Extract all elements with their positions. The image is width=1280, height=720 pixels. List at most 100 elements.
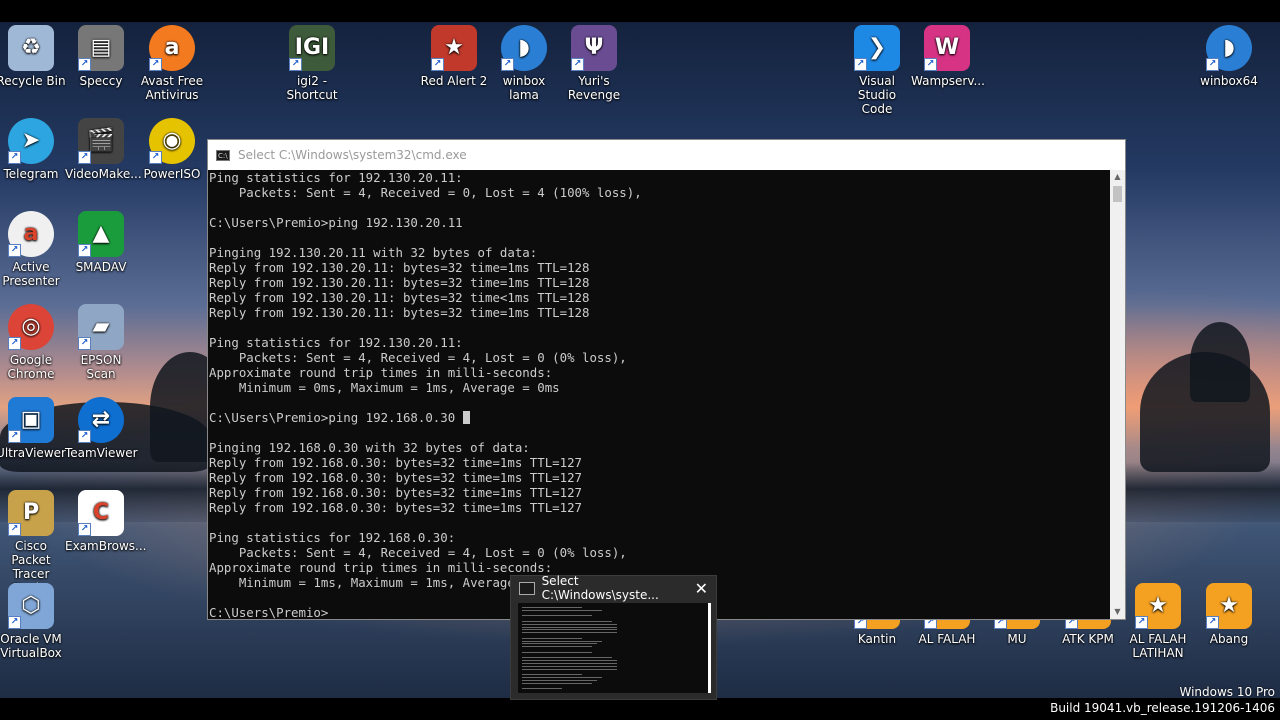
desktop-icon[interactable]: a ↗ Active Presenter bbox=[0, 211, 67, 288]
desktop-icon[interactable]: ◎ ↗ Google Chrome bbox=[0, 304, 67, 381]
desktop-icon-label: EPSON Scan bbox=[80, 353, 122, 381]
desktop-icon[interactable]: ▣ ↗ UltraViewer bbox=[0, 397, 67, 460]
console-scrollbar[interactable]: ▲ ▼ bbox=[1110, 170, 1125, 619]
watermark-edition: Windows 10 Pro bbox=[1179, 685, 1275, 699]
chrome-icon: ◎ ↗ bbox=[8, 304, 54, 350]
shortcut-arrow-icon: ↗ bbox=[8, 337, 21, 350]
desktop-icon[interactable]: ➤ ↗ Telegram bbox=[0, 118, 67, 181]
exambrowser-icon: C ↗ bbox=[78, 490, 124, 536]
thumbnail-text-line bbox=[522, 621, 612, 622]
console-line: Minimum = 0ms, Maximum = 1ms, Average = … bbox=[209, 380, 560, 395]
thumbnail-text-line bbox=[522, 651, 592, 653]
desktop-icon[interactable]: ▤ ↗ Speccy bbox=[65, 25, 137, 88]
desktop-icon[interactable]: ⇄ ↗ TeamViewer bbox=[65, 397, 138, 460]
watermark-build: Build 19041.vb_release.191206-1406 bbox=[1050, 701, 1275, 715]
desktop-icon[interactable]: ★ ↗ Abang bbox=[1193, 583, 1265, 646]
shortcut-arrow-icon: ↗ bbox=[8, 244, 21, 257]
console-line: Reply from 192.168.0.30: bytes=32 time=1… bbox=[209, 485, 582, 500]
console-line: C:\Users\Premio>ping 192.130.20.11 bbox=[209, 215, 463, 230]
shortcut-arrow-icon: ↗ bbox=[854, 58, 867, 71]
desktop-icon-label: igi2 - Shortcut bbox=[286, 74, 338, 102]
scroll-down-icon[interactable]: ▼ bbox=[1110, 605, 1125, 619]
desktop-icon-label: Oracle VM VirtualBox bbox=[0, 632, 62, 660]
desktop-icon-label: Wampserv... bbox=[911, 74, 985, 88]
desktop-icon[interactable]: W ↗ Wampserv... bbox=[911, 25, 985, 88]
shortcut-arrow-icon: ↗ bbox=[78, 151, 91, 164]
active-presenter-icon: a ↗ bbox=[8, 211, 54, 257]
avast-icon: a ↗ bbox=[149, 25, 195, 71]
desktop-icon-label: Recycle Bin bbox=[0, 74, 66, 88]
shortcut-arrow-icon: ↗ bbox=[1206, 58, 1219, 71]
desktop-icon[interactable]: IGI ↗ igi2 - Shortcut bbox=[276, 25, 348, 102]
desktop-icon[interactable]: 🎬 ↗ VideoMake... bbox=[65, 118, 142, 181]
desktop-icon[interactable]: P↗Cisco Packet Tracer Stud... bbox=[0, 490, 67, 595]
console-line: Ping statistics for 192.130.20.11: bbox=[209, 170, 463, 185]
shortcut-arrow-icon: ↗ bbox=[1135, 616, 1148, 629]
taskbar-thumbnail-preview[interactable]: Select C:\Windows\syste... ✕ bbox=[510, 574, 717, 700]
console-line: Reply from 192.168.0.30: bytes=32 time=1… bbox=[209, 500, 582, 515]
desktop-icon-label: ExamBrows... bbox=[65, 539, 147, 553]
desktop-icon-label: ATK KPM bbox=[1062, 632, 1114, 646]
desktop-icon[interactable]: ⬡ ↗ Oracle VM VirtualBox bbox=[0, 583, 67, 660]
poweriso-icon: ◉ ↗ bbox=[149, 118, 195, 164]
desktop-icon-label: Abang bbox=[1209, 632, 1249, 646]
desktop-icon-label: SMADAV bbox=[75, 260, 127, 274]
desktop-icon[interactable]: ▰ ↗ EPSON Scan bbox=[65, 304, 137, 381]
thumbnail-text-line bbox=[522, 663, 617, 664]
desktop-icon[interactable]: Ψ ↗ Yuri's Revenge bbox=[558, 25, 630, 102]
al-falah-latihan-icon: ★ ↗ bbox=[1135, 583, 1181, 629]
desktop-icon[interactable]: ◗ ↗ winbox64 bbox=[1193, 25, 1265, 88]
packet-tracer-icon: P ↗ bbox=[8, 490, 54, 536]
shortcut-arrow-icon: ↗ bbox=[78, 430, 91, 443]
console-line: Approximate round trip times in milli-se… bbox=[209, 560, 553, 575]
thumbnail-text-line bbox=[522, 677, 602, 678]
console-line: Reply from 192.130.20.11: bytes=32 time=… bbox=[209, 260, 590, 275]
desktop-icon[interactable]: ◗ ↗ winbox lama bbox=[488, 25, 560, 102]
scroll-up-icon[interactable]: ▲ bbox=[1110, 170, 1125, 184]
console-line: C:\Users\Premio>ping 192.168.0.30 bbox=[209, 410, 1111, 425]
thumbnail-text-line bbox=[522, 637, 582, 639]
thumbnail-text-line bbox=[522, 643, 597, 645]
preview-thumbnail[interactable] bbox=[518, 603, 711, 693]
desktop-icon[interactable]: ★ ↗ AL FALAH LATIHAN bbox=[1122, 583, 1194, 660]
cmd-title-bar[interactable]: C:\ Select C:\Windows\system32\cmd.exe bbox=[208, 140, 1125, 170]
desktop-icon-label: Avast Free Antivirus bbox=[140, 74, 204, 102]
desktop-icon[interactable]: ❯ ↗ Visual Studio Code bbox=[841, 25, 913, 116]
thumbnail-text-line bbox=[522, 623, 617, 625]
desktop-icon[interactable]: a ↗ Avast Free Antivirus bbox=[136, 25, 208, 102]
cmd-title: Select C:\Windows\system32\cmd.exe bbox=[238, 148, 467, 162]
desktop-icon[interactable]: ◉ ↗ PowerISO bbox=[136, 118, 208, 181]
thumbnail-text-line bbox=[522, 657, 612, 659]
console-line: Ping statistics for 192.130.20.11: bbox=[209, 335, 463, 350]
wallpaper-palm bbox=[1190, 322, 1250, 402]
desktop-icon-label: Kantin bbox=[857, 632, 897, 646]
console-line: Reply from 192.130.20.11: bytes=32 time=… bbox=[209, 275, 590, 290]
close-icon[interactable]: ✕ bbox=[695, 579, 708, 598]
ultraviewer-icon: ▣ ↗ bbox=[8, 397, 54, 443]
cmd-app-icon bbox=[519, 581, 535, 595]
text-cursor bbox=[462, 411, 470, 424]
video-maker-icon: 🎬 ↗ bbox=[78, 118, 124, 164]
shortcut-arrow-icon: ↗ bbox=[149, 151, 162, 164]
speccy-icon: ▤ ↗ bbox=[78, 25, 124, 71]
desktop-icon-label: Active Presenter bbox=[2, 260, 60, 288]
desktop-icon[interactable]: C ↗ ExamBrows... bbox=[65, 490, 147, 553]
scrollbar-thumb[interactable] bbox=[1113, 186, 1122, 202]
thumbnail-text-line bbox=[522, 682, 592, 684]
thumbnail-text-line bbox=[522, 679, 597, 681]
cmd-window[interactable]: C:\ Select C:\Windows\system32\cmd.exe P… bbox=[207, 139, 1126, 620]
desktop-icon[interactable]: ▲ ↗ SMADAV bbox=[65, 211, 137, 274]
preview-title-bar: Select C:\Windows\syste... ✕ bbox=[511, 574, 716, 602]
thumbnail-text-line bbox=[522, 688, 562, 690]
winbox-icon: ◗ ↗ bbox=[501, 25, 547, 71]
wampserver-icon: W ↗ bbox=[924, 25, 970, 71]
shortcut-arrow-icon: ↗ bbox=[78, 244, 91, 257]
console-line: Approximate round trip times in milli-se… bbox=[209, 365, 553, 380]
windows-watermark: Windows 10 Pro Build 19041.vb_release.19… bbox=[1050, 684, 1275, 716]
console-output[interactable]: Ping statistics for 192.130.20.11: Packe… bbox=[208, 170, 1111, 619]
desktop-icon[interactable]: ★ ↗ Red Alert 2 bbox=[418, 25, 490, 88]
desktop-icon[interactable]: ♻ Recycle Bin bbox=[0, 25, 67, 88]
